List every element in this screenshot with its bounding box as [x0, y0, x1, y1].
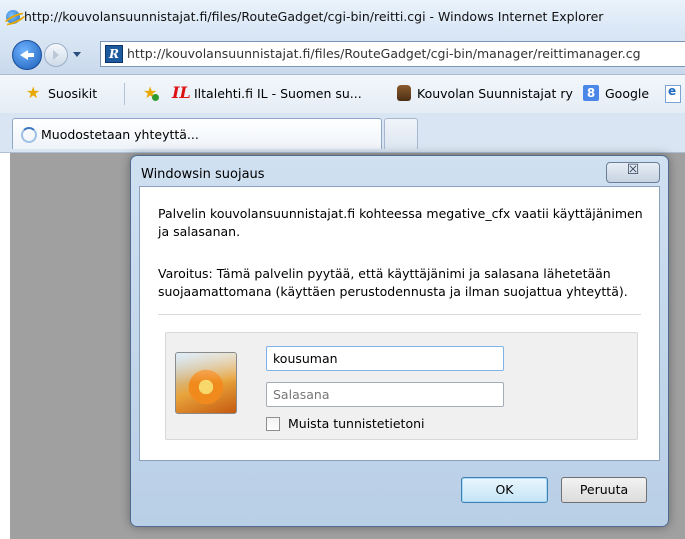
security-dialog: Windowsin suojaus ☒ Palvelin kouvolansuu… — [130, 155, 669, 527]
divider — [158, 314, 641, 315]
add-to-favorites-button[interactable]: ★ — [143, 85, 159, 101]
tab-current[interactable]: Muodostetaan yhteyttä... — [12, 118, 382, 149]
password-field[interactable] — [266, 382, 504, 407]
favorite-link-google[interactable]: 8 Google — [583, 85, 649, 101]
navigation-bar: R http://kouvolansuunnistajat.fi/files/R… — [0, 34, 685, 75]
close-icon: ☒ — [626, 162, 640, 178]
forward-button[interactable] — [44, 43, 68, 67]
dialog-message: Palvelin kouvolansuunnistajat.fi kohtees… — [158, 206, 643, 239]
dialog-close-button[interactable]: ☒ — [606, 162, 660, 183]
owl-icon — [397, 85, 411, 101]
ok-button[interactable]: OK — [461, 477, 548, 503]
new-tab-button[interactable] — [384, 118, 418, 149]
iltalehti-icon: IL — [172, 83, 191, 102]
loading-icon — [21, 127, 37, 143]
back-button[interactable] — [12, 40, 42, 70]
favorite-link-iltalehti[interactable]: IL Iltalehti.fi IL - Suomen su... — [172, 85, 362, 101]
dialog-footer: OK Peruuta — [139, 460, 658, 516]
favorites-button[interactable]: ★ Suosikit — [26, 85, 97, 101]
dialog-warning: Varoitus: Tämä palvelin pyytää, että käy… — [158, 266, 628, 299]
credential-panel: Muista tunnistetietoni — [165, 332, 638, 440]
favorite-link-kouvolan-suunnistajat[interactable]: Kouvolan Suunnistajat ry — [397, 85, 573, 101]
favorites-bar: ★ Suosikit ★ IL Iltalehti.fi IL - Suomen… — [0, 75, 685, 114]
google-icon: 8 — [583, 85, 599, 101]
favorite-link-label: Google — [605, 85, 650, 101]
remember-credentials[interactable]: Muista tunnistetietoni — [266, 416, 424, 431]
internet-explorer-icon — [6, 10, 20, 24]
favorite-link-label: Iltalehti.fi IL - Suomen su... — [194, 85, 362, 101]
tab-bar: Muodostetaan yhteyttä... — [0, 113, 685, 153]
address-url[interactable]: http://kouvolansuunnistajat.fi/files/Rou… — [127, 46, 641, 61]
remember-checkbox[interactable] — [266, 416, 280, 431]
favorites-label: Suosikit — [48, 85, 98, 101]
favorites-star-icon: ★ — [26, 83, 41, 102]
favorite-link-more[interactable] — [665, 84, 681, 103]
dialog-body: Palvelin kouvolansuunnistajat.fi kohtees… — [139, 186, 660, 461]
cancel-button[interactable]: Peruuta — [561, 477, 647, 503]
add-favorite-icon: ★ — [143, 83, 159, 102]
username-field[interactable] — [266, 346, 504, 371]
favorite-link-label: Kouvolan Suunnistajat ry — [417, 85, 573, 101]
user-avatar-flower-icon — [175, 352, 237, 414]
web-page-icon — [665, 84, 681, 103]
routegadget-favicon-icon: R — [105, 45, 123, 63]
remember-label: Muista tunnistetietoni — [288, 416, 425, 431]
tab-title: Muodostetaan yhteyttä... — [41, 127, 199, 142]
window-titlebar: http://kouvolansuunnistajat.fi/files/Rou… — [0, 0, 685, 34]
address-field[interactable]: R http://kouvolansuunnistajat.fi/files/R… — [100, 41, 685, 67]
toolbar-divider — [124, 83, 125, 105]
window-title: http://kouvolansuunnistajat.fi/files/Rou… — [24, 9, 604, 24]
history-dropdown-icon[interactable] — [70, 48, 84, 62]
dialog-title: Windowsin suojaus — [141, 167, 265, 182]
